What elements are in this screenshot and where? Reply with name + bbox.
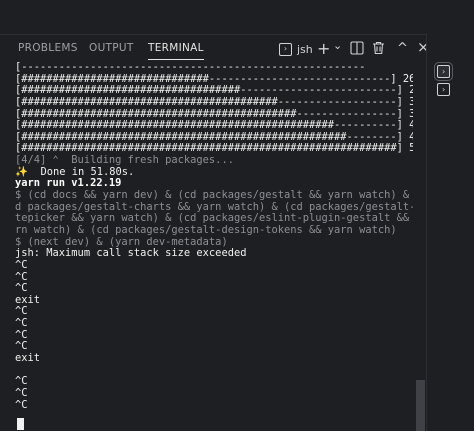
terminal-icon: ›	[441, 67, 446, 76]
tab-output[interactable]: OUTPUT	[89, 42, 134, 54]
chevron-down-icon[interactable]: ⌄	[333, 38, 342, 54]
terminal-line: [#######################################…	[15, 95, 413, 108]
terminal-line: jsh: Maximum call stack size exceeded	[15, 247, 247, 260]
terminal-line: exit	[15, 352, 41, 365]
terminal-icon: ›	[441, 85, 446, 94]
terminal-line: ^C	[15, 317, 28, 330]
terminal-line: ^C	[15, 398, 28, 411]
terminal-icon: ›	[279, 43, 292, 56]
terminal-line: ^C	[15, 328, 28, 341]
add-terminal-icon[interactable]: +	[317, 41, 330, 57]
terminal-line: ^C	[15, 270, 28, 283]
maximize-panel-icon[interactable]: ^	[397, 41, 408, 57]
tab-terminal[interactable]: TERMINAL	[148, 42, 204, 60]
terminal-list-item-2[interactable]: ›	[437, 83, 450, 96]
terminal-cursor	[17, 418, 24, 430]
terminal-scrollbar[interactable]	[416, 380, 425, 431]
terminal-line: ^C	[15, 305, 28, 318]
terminal-selector[interactable]: › jsh	[279, 41, 313, 57]
trash-icon[interactable]	[372, 41, 385, 57]
terminal-line: ^C	[15, 386, 28, 399]
terminal-list-pane: › ›	[426, 34, 474, 431]
shell-name: jsh	[297, 42, 313, 56]
terminal-output[interactable]: [---------------------------------------…	[15, 62, 413, 431]
terminal-line: ^C	[15, 340, 28, 353]
title-area	[0, 0, 474, 34]
terminal-line: ^C	[15, 258, 28, 271]
terminal-line: rn watch) & (cd packages/gestalt-design-…	[15, 223, 397, 236]
split-icon[interactable]	[350, 41, 364, 57]
terminal-line: [---------------------------------------…	[15, 62, 366, 73]
panel-header: PROBLEMS OUTPUT TERMINAL › jsh + ⌄ ^ ×	[0, 34, 430, 61]
tab-problems[interactable]: PROBLEMS	[18, 42, 78, 54]
terminal-line: ^C	[15, 375, 28, 388]
terminal-list-item-1[interactable]: ›	[434, 62, 453, 81]
terminal-line: ^C	[15, 282, 28, 295]
terminal-line: exit	[15, 293, 41, 306]
terminal-line: $ (cd docs && yarn dev) & (cd packages/g…	[15, 189, 413, 202]
